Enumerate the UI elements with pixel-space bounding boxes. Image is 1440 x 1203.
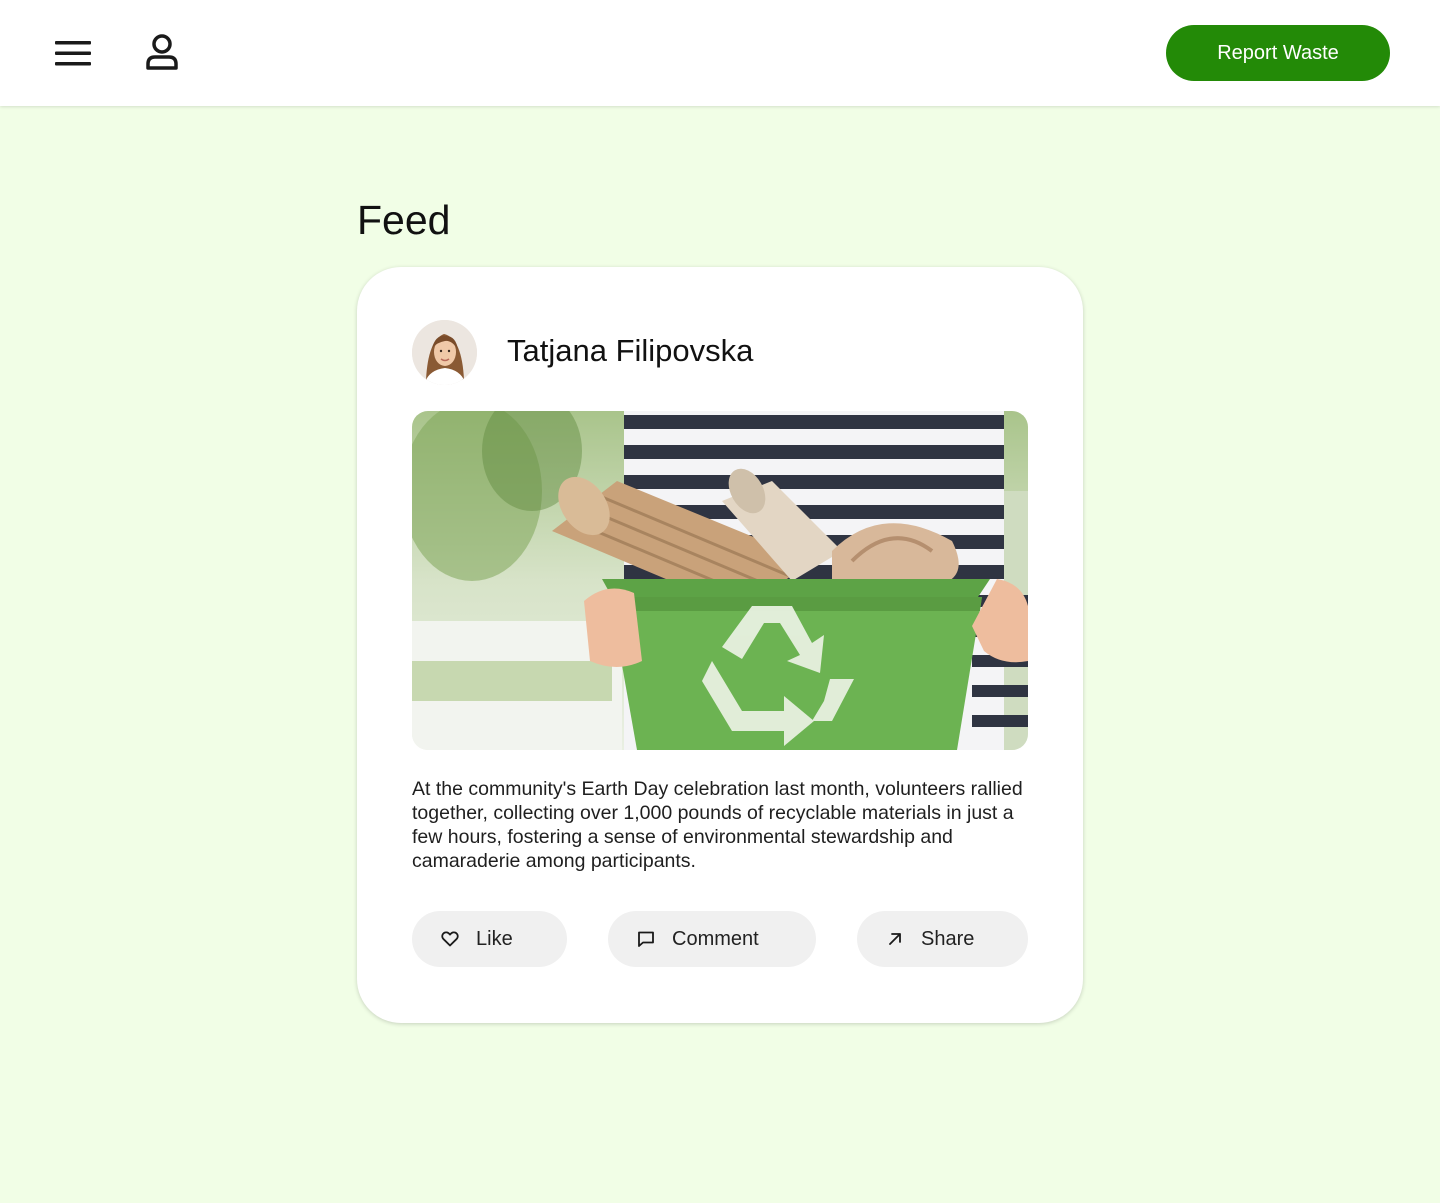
comment-button[interactable]: Comment bbox=[608, 911, 816, 967]
comment-icon bbox=[638, 931, 654, 947]
menu-button[interactable] bbox=[52, 35, 94, 71]
author-avatar[interactable] bbox=[412, 320, 477, 385]
post-text: At the community's Earth Day celebration… bbox=[412, 778, 1023, 872]
report-waste-button[interactable]: Report Waste bbox=[1166, 25, 1390, 81]
like-button[interactable]: Like bbox=[412, 911, 567, 967]
top-navigation-bar: Report Waste bbox=[0, 0, 1440, 106]
like-label: Like bbox=[476, 928, 513, 950]
feed-post-card: Tatjana Filipovska At the community's Ea… bbox=[357, 267, 1083, 1023]
profile-button[interactable] bbox=[140, 33, 184, 73]
heart-icon bbox=[441, 931, 459, 947]
hamburger-menu-icon bbox=[55, 41, 91, 66]
user-avatar-photo bbox=[412, 320, 477, 385]
comment-label: Comment bbox=[672, 928, 759, 950]
author-name[interactable]: Tatjana Filipovska bbox=[507, 333, 753, 369]
post-image[interactable] bbox=[412, 411, 1028, 750]
share-arrow-icon bbox=[889, 933, 901, 945]
recycling-bin-photo bbox=[412, 411, 1028, 750]
share-button[interactable]: Share bbox=[857, 911, 1028, 967]
page-title: Feed bbox=[357, 197, 451, 243]
user-profile-icon bbox=[146, 34, 178, 70]
share-label: Share bbox=[921, 928, 975, 950]
